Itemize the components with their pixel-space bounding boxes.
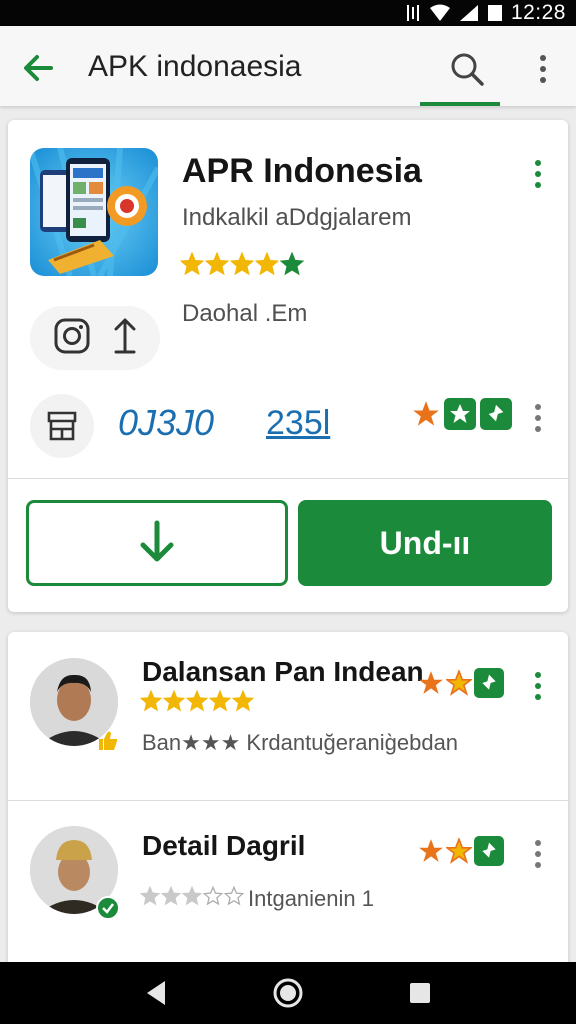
arrow-left-icon bbox=[24, 55, 53, 81]
orange-star-outline-icon bbox=[446, 838, 472, 864]
app-name: APR Indonesia bbox=[182, 152, 422, 190]
app-rating bbox=[180, 252, 304, 276]
star-icon bbox=[209, 690, 231, 712]
green-badge-icon bbox=[474, 668, 504, 698]
wifi-icon bbox=[429, 4, 451, 22]
stat-left: 0J3J0 bbox=[118, 402, 215, 443]
list-item-rating bbox=[140, 690, 254, 712]
list-item[interactable]: Detail Dagril Intganienin 1 bbox=[8, 800, 568, 972]
list-item-rating bbox=[140, 886, 244, 906]
star-icon bbox=[224, 886, 244, 906]
download-size: Daohal .Em bbox=[182, 300, 308, 327]
verified-icon bbox=[96, 896, 120, 925]
download-arrow-icon bbox=[140, 520, 174, 562]
star-icon bbox=[280, 252, 304, 276]
more-vert-icon bbox=[535, 672, 541, 700]
app-badges bbox=[412, 398, 512, 430]
orange-star-icon bbox=[419, 839, 443, 862]
nav-back-button[interactable] bbox=[134, 971, 178, 1015]
star-icon bbox=[140, 886, 160, 906]
triangle-back-icon bbox=[147, 981, 165, 1005]
list-item-badges bbox=[418, 836, 504, 866]
list-item-overflow-button[interactable] bbox=[528, 836, 548, 872]
store-button[interactable] bbox=[30, 394, 94, 458]
status-time: 12:28 bbox=[510, 1, 566, 24]
status-bar: 12:28 bbox=[0, 0, 576, 26]
more-vert-icon bbox=[535, 404, 541, 432]
app-bar: APK indonaesia bbox=[0, 26, 576, 106]
nav-home-button[interactable] bbox=[266, 971, 310, 1015]
star-icon bbox=[255, 252, 279, 276]
list-item-title: Detail Dagril bbox=[142, 830, 306, 861]
stat-right[interactable]: 235l bbox=[266, 404, 330, 443]
overflow-menu-button[interactable] bbox=[526, 48, 560, 90]
green-badge-icon bbox=[480, 398, 512, 430]
list-item-subtitle: Ban★★★ Krdantuğeranig̀ebdan bbox=[142, 730, 459, 755]
store-icon bbox=[47, 411, 77, 441]
star-icon bbox=[182, 886, 202, 906]
search-tab-indicator bbox=[420, 102, 500, 106]
star-icon bbox=[140, 690, 162, 712]
list-item-badges bbox=[418, 668, 504, 698]
upload-icon[interactable] bbox=[112, 316, 138, 361]
star-icon bbox=[232, 690, 254, 712]
badges-overflow-button[interactable] bbox=[528, 400, 548, 436]
app-overflow-button[interactable] bbox=[528, 156, 548, 192]
more-vert-icon bbox=[535, 160, 541, 188]
search-button[interactable] bbox=[446, 48, 488, 90]
search-query[interactable]: APK indonaesia bbox=[88, 50, 302, 84]
app-detail-card: APR Indonesia Indkalkil aDdgjalarem Daoh… bbox=[8, 120, 568, 612]
more-vert-icon bbox=[540, 55, 546, 83]
nfc-icon bbox=[405, 3, 421, 23]
search-icon bbox=[451, 53, 484, 86]
list-item-title: Dalansan Pan Indean bbox=[142, 656, 424, 687]
square-recents-icon bbox=[410, 983, 430, 1003]
thumbs-up-icon bbox=[96, 728, 120, 757]
orange-star-icon bbox=[413, 401, 439, 426]
instagram-icon[interactable] bbox=[53, 317, 91, 360]
battery-icon bbox=[487, 4, 503, 22]
download-button[interactable] bbox=[26, 500, 288, 586]
green-badge-icon bbox=[474, 836, 504, 866]
orange-star-icon bbox=[419, 671, 443, 694]
signal-icon bbox=[459, 4, 479, 22]
system-nav-bar bbox=[0, 962, 576, 1024]
nav-recents-button[interactable] bbox=[398, 971, 442, 1015]
star-icon bbox=[186, 690, 208, 712]
app-icon[interactable] bbox=[30, 148, 158, 276]
star-icon bbox=[230, 252, 254, 276]
more-vert-icon bbox=[535, 840, 541, 868]
list-item[interactable]: Dalansan Pan Indean Ban★★★ Krdantuğerani… bbox=[8, 632, 568, 800]
back-button[interactable] bbox=[18, 48, 58, 88]
star-icon bbox=[203, 886, 223, 906]
circle-home-icon bbox=[273, 978, 303, 1008]
developer-name[interactable]: Indkalkil aDdgjalarem bbox=[182, 204, 411, 232]
star-icon bbox=[161, 886, 181, 906]
list-item-overflow-button[interactable] bbox=[528, 668, 548, 704]
install-button[interactable]: Und‑ıı bbox=[298, 500, 552, 586]
green-star-badge-icon bbox=[444, 398, 476, 430]
star-icon bbox=[163, 690, 185, 712]
orange-star-outline-icon bbox=[446, 670, 472, 696]
related-list-card: Dalansan Pan Indean Ban★★★ Krdantuğerani… bbox=[8, 632, 568, 972]
social-actions bbox=[30, 306, 160, 370]
card-divider bbox=[8, 478, 568, 479]
list-item-subtitle: Intganienin 1 bbox=[248, 886, 374, 911]
star-icon bbox=[205, 252, 229, 276]
star-icon bbox=[180, 252, 204, 276]
